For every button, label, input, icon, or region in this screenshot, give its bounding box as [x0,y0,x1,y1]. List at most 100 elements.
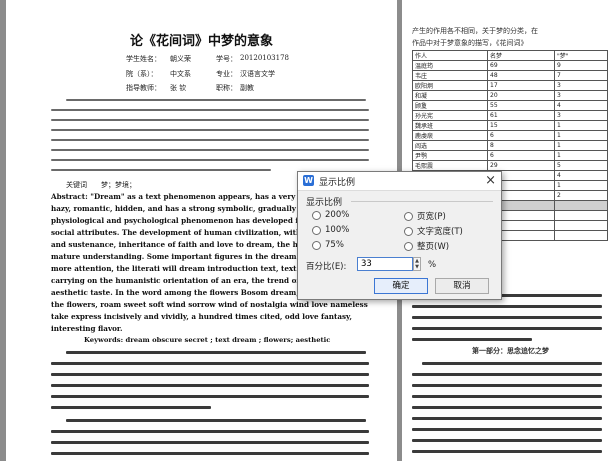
meta-value: 副教 [240,84,254,92]
abstract-line: Abstract: "Dream" as a text phenomenon a… [51,192,324,201]
table-cell: 作人 [412,50,488,61]
meta-label: 学号： [216,55,237,63]
table-cell: 毛熙震 [412,160,488,171]
document-title: 论《花间词》中梦的意象 [129,34,273,49]
table-cell: 6 [487,130,555,141]
table-cell [554,230,608,241]
abstract-line: mature understanding. Some important fig… [51,252,336,261]
table-cell: 名梦 [487,50,555,61]
table-cell: 尹鹗 [412,150,488,161]
radio-label: 100% [325,225,350,235]
zoom-dialog[interactable]: W 显示比例 × 显示比例 200% 页宽(P) 100% 文字宽度(T) 75… [297,171,502,300]
keywords-cn: 梦；梦境； [101,181,136,189]
radio-circle-icon [312,210,321,220]
table-cell: 29 [487,160,555,171]
meta-value: 汉语言文学 [240,70,275,78]
table-cell: 4 [554,100,608,111]
abstract-line: interesting flavor. [51,324,123,333]
table-cell: 48 [487,70,555,81]
percent-input[interactable] [357,257,413,271]
table-cell: 5 [554,160,608,171]
percent-label: 百分比(E): [306,262,347,272]
radio-label: 75% [325,240,344,250]
dialog-titlebar[interactable]: W 显示比例 × [298,172,501,191]
radio-circle-icon [312,240,321,250]
table-cell: 7 [554,70,608,81]
radio-75[interactable]: 75% [312,240,344,250]
table-cell: 3 [554,80,608,91]
table-cell: 和凝 [412,90,488,101]
table-cell: 4 [554,170,608,181]
table-cell: 2 [554,190,608,201]
meta-label: 职称： [216,84,237,92]
table-cell: 55 [487,100,555,111]
zoom-group-label: 显示比例 [306,198,343,208]
table-cell: 3 [554,110,608,121]
table-cell: 8 [487,140,555,151]
radio-text-width[interactable]: 文字宽度(T) [404,225,463,237]
radio-label: 整页(W) [417,242,450,252]
dialog-title: 显示比例 [319,178,356,188]
meta-value: 张 钦 [170,84,187,92]
table-row: 毛熙震 29 5 [412,160,608,171]
radio-page-width[interactable]: 页宽(P) [404,210,446,222]
section-title: 第一部分：思念追忆之梦 [472,347,549,355]
meta-label: 院（系）： [126,70,158,78]
ok-button[interactable]: 确定 [374,278,428,294]
table-cell: 韦庄 [412,70,488,81]
meta-label: 学生姓名： [126,55,161,63]
meta-label: 专业： [216,70,237,78]
close-icon[interactable]: × [485,173,496,188]
meta-value: 朝义荣 [170,55,191,63]
table-cell [554,200,608,211]
table-cell: 1 [554,120,608,131]
abstract-line: more attention, the literati will dream … [51,264,318,273]
table-cell: 3 [554,90,608,101]
radio-circle-icon [312,225,321,235]
table-cell: 15 [487,120,555,131]
percent-unit: % [428,260,437,270]
table-row: 作人 名梦 "梦" [412,50,608,61]
table-cell: 1 [554,130,608,141]
spin-down-icon[interactable]: ▼ [414,264,420,270]
table-row: 魏承班 15 1 [412,120,608,131]
table-cell: 温庭筠 [412,60,488,71]
table-row: 孙光宪 61 3 [412,110,608,121]
table-row: 尹鹗 6 1 [412,150,608,161]
radio-circle-icon [404,211,413,221]
table-row: 顾夐 55 4 [412,100,608,111]
table-cell: 1 [554,180,608,191]
table-cell: 魏承班 [412,120,488,131]
abstract-line: the flowers, roam sweet soft wind sorrow… [51,300,368,309]
table-cell: "梦" [554,50,608,61]
table-cell: 20 [487,90,555,101]
table-cell: 61 [487,110,555,121]
meta-value: 20120103178 [240,54,289,62]
right-header-line: 作品中对于梦意象的描写，《花间词》 [412,39,528,47]
abstract-line: and sustenance, inheritance of faith and… [51,240,332,249]
table-row: 韦庄 48 7 [412,70,608,81]
abstract-line: take express incisively and vividly, a h… [51,312,353,321]
right-header-line: 产生的作用各不相同，关于梦的分类，在 [412,27,538,35]
radio-200[interactable]: 200% [312,210,349,220]
abstract-line: hazy, romantic, hidden, and has a strong… [51,204,325,213]
table-cell: 孙光宪 [412,110,488,121]
table-cell: 顾夐 [412,100,488,111]
meta-value: 中文系 [170,70,191,78]
table-row: 欧阳炯 17 3 [412,80,608,91]
table-row: 和凝 20 3 [412,90,608,101]
table-cell: 阎选 [412,140,488,151]
keywords-en: Keywords: dream obscure secret ; text dr… [84,336,331,344]
cancel-button[interactable]: 取消 [435,278,489,294]
table-cell: 1 [554,150,608,161]
radio-whole-page[interactable]: 整页(W) [404,240,449,252]
abstract-line: carrying on the humanistic orientation o… [51,276,316,285]
radio-circle-icon [404,226,413,236]
radio-100[interactable]: 100% [312,225,349,235]
table-cell: 69 [487,60,555,71]
table-row: 鹿虔扆 6 1 [412,130,608,141]
table-cell: 1 [554,140,608,151]
table-cell [554,220,608,231]
meta-label: 指导教师： [126,84,161,92]
percent-spinner[interactable]: ▲ ▼ [413,257,421,271]
